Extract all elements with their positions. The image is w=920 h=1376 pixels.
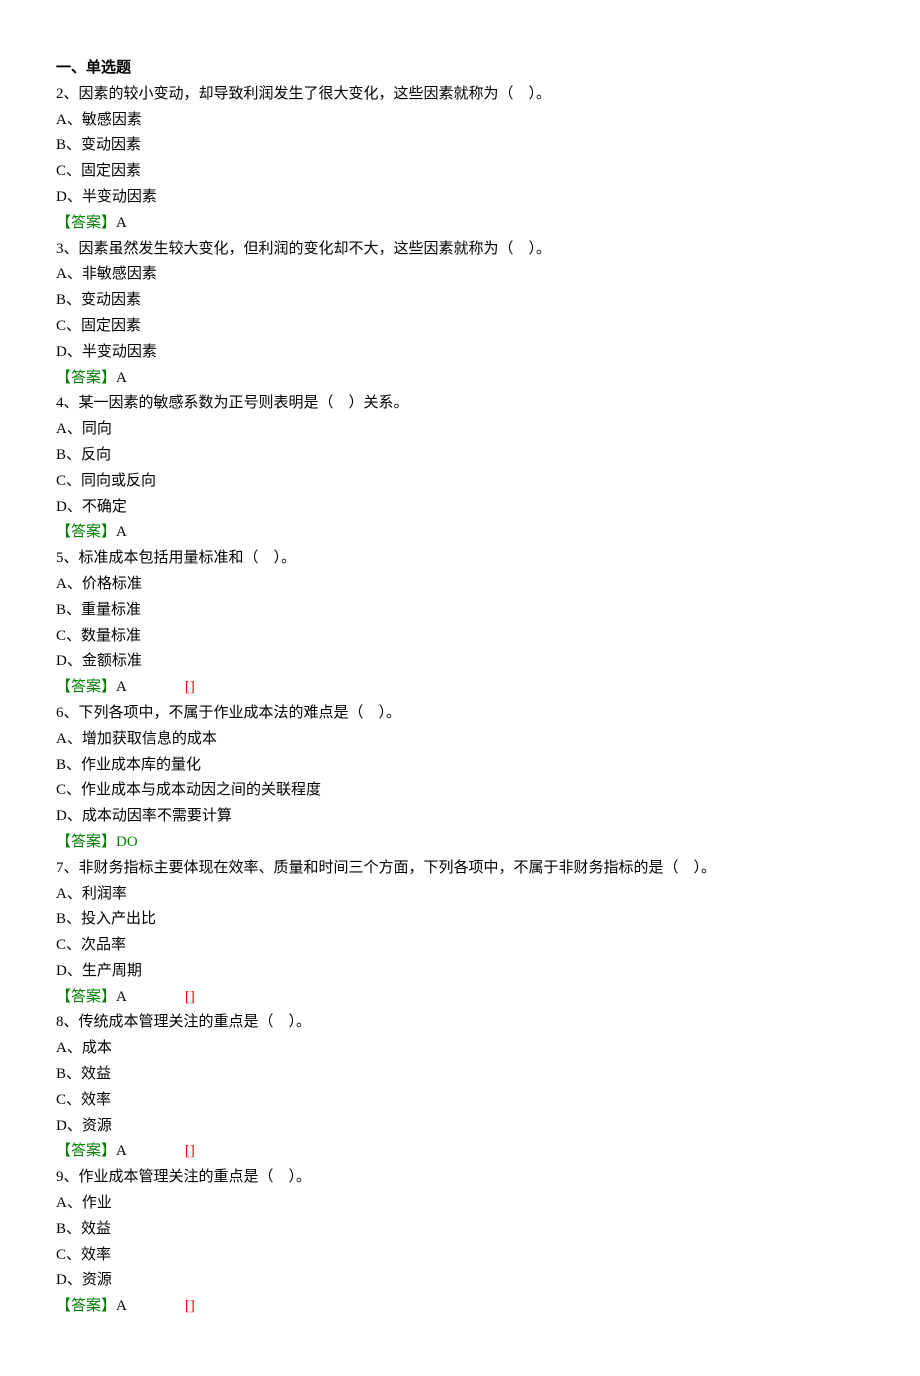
question-option: B、效益 [56,1062,860,1088]
answer-value: DO [116,834,138,850]
question-option: B、重量标准 [56,598,860,624]
question-text: 2、因素的较小变动，却导致利润发生了很大变化，这些因素就称为（ ）。 [56,82,860,108]
answer-line: 【答案】A [56,520,860,546]
answer-line: 【答案】A [56,366,860,392]
answer-label: 【答案】 [56,679,116,695]
answer-line: 【答案】DO [56,830,860,856]
question-text: 7、非财务指标主要体现在效率、质量和时间三个方面，下列各项中，不属于非财务指标的… [56,856,860,882]
bracket-marker: [] [185,989,195,1005]
answer-label: 【答案】 [56,524,116,540]
question-option: B、作业成本库的量化 [56,753,860,779]
question-text: 6、下列各项中，不属于作业成本法的难点是（ ）。 [56,701,860,727]
question-option: C、固定因素 [56,314,860,340]
question-option: D、金额标准 [56,649,860,675]
question-option: B、变动因素 [56,133,860,159]
bracket-marker: [] [185,1143,195,1159]
question-option: C、作业成本与成本动因之间的关联程度 [56,778,860,804]
question-option: A、作业 [56,1191,860,1217]
question-option: C、同向或反向 [56,469,860,495]
section-heading: 一、单选题 [56,56,860,82]
answer-value: A [116,370,127,386]
answer-label: 【答案】 [56,1143,116,1159]
question-option: B、投入产出比 [56,907,860,933]
answer-line: 【答案】A [56,211,860,237]
answer-line: 【答案】A [] [56,675,860,701]
question-option: A、敏感因素 [56,108,860,134]
question-option: B、变动因素 [56,288,860,314]
question-option: C、效率 [56,1243,860,1269]
questions-container: 2、因素的较小变动，却导致利润发生了很大变化，这些因素就称为（ ）。A、敏感因素… [56,82,860,1320]
question-option: D、成本动因率不需要计算 [56,804,860,830]
question-option: B、反向 [56,443,860,469]
question-option: A、成本 [56,1036,860,1062]
answer-value: A [116,215,127,231]
question-option: D、半变动因素 [56,340,860,366]
answer-line: 【答案】A [] [56,1294,860,1320]
question-option: A、利润率 [56,882,860,908]
answer-value: A [116,1298,127,1314]
question-option: D、生产周期 [56,959,860,985]
answer-value: A [116,989,127,1005]
answer-label: 【答案】 [56,989,116,1005]
answer-line: 【答案】A [] [56,1139,860,1165]
question-text: 8、传统成本管理关注的重点是（ ）。 [56,1010,860,1036]
question-option: D、资源 [56,1114,860,1140]
answer-label: 【答案】 [56,1298,116,1314]
question-option: A、非敏感因素 [56,262,860,288]
question-text: 3、因素虽然发生较大变化，但利润的变化却不大，这些因素就称为（ ）。 [56,237,860,263]
answer-value: A [116,524,127,540]
question-text: 4、某一因素的敏感系数为正号则表明是（ ）关系。 [56,391,860,417]
bracket-marker: [] [185,1298,195,1314]
question-option: C、固定因素 [56,159,860,185]
question-text: 5、标准成本包括用量标准和（ ）。 [56,546,860,572]
question-option: C、数量标准 [56,624,860,650]
question-option: B、效益 [56,1217,860,1243]
question-option: A、同向 [56,417,860,443]
question-text: 9、作业成本管理关注的重点是（ ）。 [56,1165,860,1191]
question-option: A、价格标准 [56,572,860,598]
answer-value: A [116,1143,127,1159]
question-option: C、效率 [56,1088,860,1114]
bracket-marker: [] [185,679,195,695]
answer-label: 【答案】 [56,834,116,850]
answer-value: A [116,679,127,695]
question-option: A、增加获取信息的成本 [56,727,860,753]
question-option: D、半变动因素 [56,185,860,211]
answer-line: 【答案】A [] [56,985,860,1011]
question-option: C、次品率 [56,933,860,959]
question-option: D、资源 [56,1268,860,1294]
question-option: D、不确定 [56,495,860,521]
answer-label: 【答案】 [56,215,116,231]
answer-label: 【答案】 [56,370,116,386]
